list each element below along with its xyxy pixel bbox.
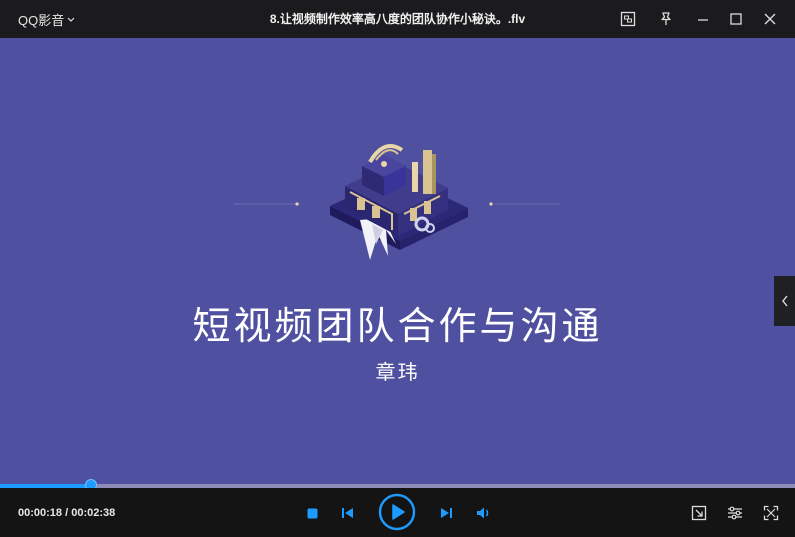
screenshot-button[interactable] — [617, 8, 639, 30]
settings-icon — [728, 506, 742, 520]
next-icon — [441, 508, 452, 518]
minimize-button[interactable] — [692, 8, 714, 30]
previous-icon — [342, 508, 353, 518]
pin-button[interactable] — [655, 8, 677, 30]
video-author-text: 章玮 — [375, 360, 420, 384]
previous-button[interactable] — [338, 504, 358, 522]
title-bar: QQ影音 8.让视频制作效率高八度的团队协作小秘诀。.flv — [0, 0, 795, 38]
next-button[interactable] — [436, 504, 456, 522]
total-time: 00:02:38 — [71, 507, 116, 519]
settings-button[interactable] — [725, 503, 745, 523]
control-bar: 00:00:18 / 00:02:38 — [0, 488, 795, 537]
current-time: 00:00:18 — [18, 507, 63, 519]
time-separator: / — [62, 507, 72, 519]
picture-in-picture-button[interactable] — [689, 503, 709, 523]
time-display: 00:00:18 / 00:02:38 — [18, 507, 115, 519]
play-button[interactable] — [378, 493, 416, 531]
pip-icon — [691, 505, 707, 521]
fullscreen-icon — [763, 505, 779, 521]
maximize-icon — [730, 13, 742, 25]
pin-icon — [661, 12, 671, 25]
stop-button[interactable] — [302, 504, 322, 522]
isometric-building-illustration — [234, 144, 560, 260]
volume-button[interactable] — [474, 504, 494, 522]
play-icon — [378, 493, 416, 531]
chevron-left-icon — [781, 295, 788, 307]
fullscreen-button[interactable] — [761, 503, 781, 523]
minimize-icon — [698, 19, 708, 21]
close-icon — [764, 13, 776, 25]
screenshot-icon — [620, 11, 636, 27]
close-button[interactable] — [759, 8, 781, 30]
playlist-toggle-button[interactable] — [774, 276, 795, 326]
volume-icon — [477, 507, 489, 519]
maximize-button[interactable] — [725, 8, 747, 30]
video-title-text: 短视频团队合作与沟通 — [192, 304, 603, 348]
video-area[interactable]: 短视频团队合作与沟通 章玮 — [0, 38, 795, 484]
stop-icon — [307, 508, 317, 518]
